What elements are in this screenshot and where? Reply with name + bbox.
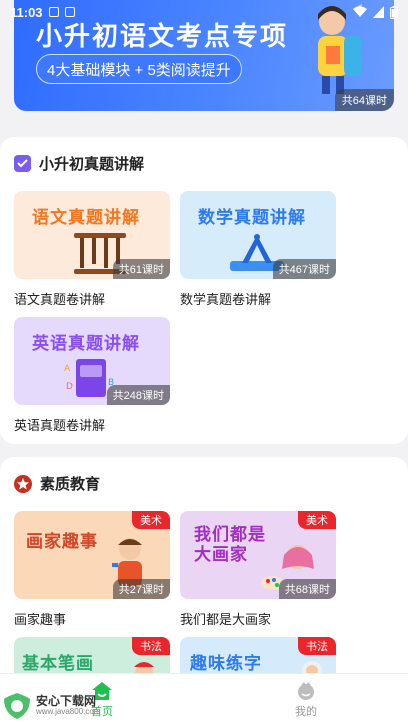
quality-section-header: 素质教育	[14, 473, 100, 494]
battery-icon	[390, 5, 398, 19]
course-caption: 语文真题卷讲解	[14, 292, 106, 307]
watermark-url: www.java800.com	[36, 707, 101, 717]
thumbnail-title: 画家趣事	[26, 532, 98, 551]
course-thumbnail: 数学真题讲解 共467课时	[180, 191, 336, 279]
star-icon	[14, 474, 32, 493]
thumbnail-title: 英语真题讲解	[32, 334, 140, 353]
notification-icon	[64, 7, 75, 17]
svg-text:A: A	[64, 364, 71, 374]
course-card-great-painters[interactable]: 我们都是大画家 美术 共68课时 我们都是大画家	[180, 511, 336, 628]
checklist-icon	[14, 155, 31, 172]
user-face-icon	[298, 681, 314, 700]
course-card-painter-stories[interactable]: 画家趣事 美术 共27课时 画家趣事	[14, 511, 170, 628]
signal-icon	[373, 6, 384, 18]
category-tag: 美术	[298, 511, 336, 529]
lesson-count-badge: 共61课时	[112, 259, 170, 279]
lesson-count-badge: 共68课时	[278, 579, 336, 599]
course-card-math[interactable]: 数学真题讲解 共467课时 数学真题卷讲解	[180, 191, 336, 308]
course-thumbnail: 我们都是大画家 美术 共68课时	[180, 511, 336, 599]
notification-icon	[48, 7, 59, 17]
course-thumbnail: 语文真题讲解 共61课时	[14, 191, 170, 279]
status-bar: 11:03	[0, 0, 408, 24]
nav-mine[interactable]: 我的	[204, 674, 408, 725]
course-caption: 英语真题卷讲解	[14, 418, 106, 433]
category-tag: 美术	[132, 511, 170, 529]
lesson-count-badge: 共248课时	[106, 385, 170, 405]
svg-text:D: D	[66, 382, 73, 392]
course-caption: 我们都是大画家	[180, 612, 272, 627]
thumbnail-title: 趣味练字	[190, 654, 262, 673]
watermark-logo: 安心下载网 www.java800.com	[2, 691, 100, 721]
course-thumbnail: 画家趣事 美术 共27课时	[14, 511, 170, 599]
thumbnail-title: 数学真题讲解	[198, 208, 306, 227]
course-caption: 画家趣事	[14, 612, 67, 627]
course-thumbnail: 英语真题讲解 A D B 共248课时	[14, 317, 170, 405]
course-caption: 数学真题卷讲解	[180, 292, 272, 307]
exam-section-header: 小升初真题讲解	[14, 153, 144, 174]
nav-mine-label: 我的	[295, 705, 317, 718]
lesson-count-badge: 共27课时	[112, 579, 170, 599]
course-card-chinese[interactable]: 语文真题讲解 共61课时 语文真题卷讲解	[14, 191, 170, 308]
category-tag: 书法	[132, 637, 170, 655]
thumbnail-title: 基本笔画	[22, 654, 94, 673]
status-time: 11:03	[10, 4, 43, 20]
wifi-icon	[353, 6, 367, 17]
section-title: 素质教育	[40, 476, 101, 493]
course-card-english[interactable]: 英语真题讲解 A D B 共248课时 英语真题卷讲解	[14, 317, 170, 434]
shield-logo-icon	[4, 693, 30, 719]
category-tag: 书法	[298, 637, 336, 655]
lesson-count-badge: 共467课时	[272, 259, 336, 279]
exam-section: 小升初真题讲解 语文真题讲解 共61课时 语文真题卷讲解 数学真题讲解 共467…	[0, 137, 408, 444]
thumbnail-title: 语文真题讲解	[32, 208, 140, 227]
section-title: 小升初真题讲解	[39, 156, 145, 173]
hero-lesson-count: 共64课时	[334, 89, 394, 111]
hero-subtitle: 4大基础模块 + 5类阅读提升	[36, 54, 242, 84]
